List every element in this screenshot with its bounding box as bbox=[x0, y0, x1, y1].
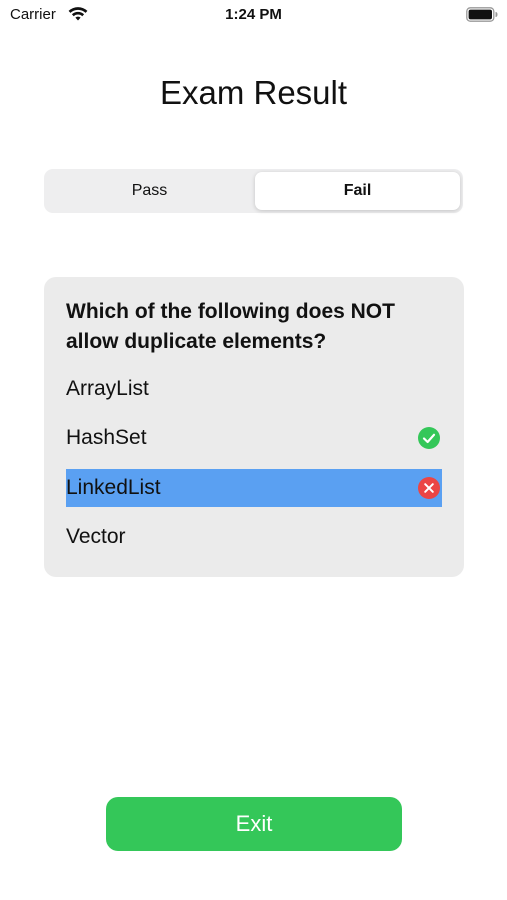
page-title: Exam Result bbox=[159, 74, 348, 111]
exit-button[interactable]: Exit bbox=[106, 797, 402, 851]
option-hashset: HashSet bbox=[66, 419, 442, 457]
status-bar: Carrier 1:24 PM bbox=[0, 0, 507, 30]
x-circle-icon bbox=[418, 477, 440, 499]
checkmark-circle-icon bbox=[418, 427, 440, 449]
status-time: 1:24 PM bbox=[225, 6, 282, 23]
option-label: Vector bbox=[66, 525, 126, 548]
option-label: HashSet bbox=[66, 426, 147, 449]
segment-pass[interactable]: Pass bbox=[47, 172, 252, 210]
segment-fail[interactable]: Fail bbox=[255, 172, 460, 210]
option-linkedlist: LinkedList bbox=[66, 469, 442, 507]
battery-full-icon bbox=[466, 7, 498, 22]
question-card: Which of the following does NOT allow du… bbox=[44, 277, 464, 577]
result-segmented-control: Pass Fail bbox=[44, 169, 463, 213]
option-label: LinkedList bbox=[66, 476, 161, 499]
option-arraylist: ArrayList bbox=[66, 370, 442, 408]
question-text: Which of the following does NOT allow du… bbox=[66, 300, 395, 353]
option-label: ArrayList bbox=[66, 377, 149, 400]
option-vector: Vector bbox=[66, 518, 442, 556]
exit-button-label: Exit bbox=[235, 811, 273, 836]
